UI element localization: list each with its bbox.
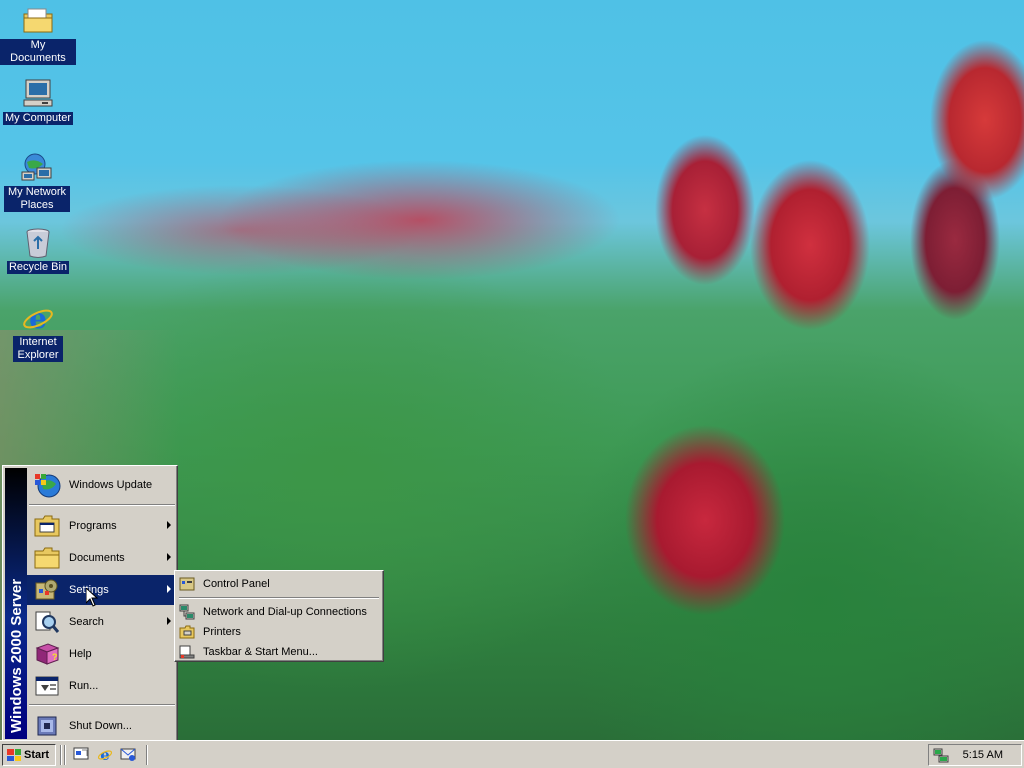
submenu-item-network-dialup[interactable]: Network and Dial-up Connections [177, 602, 381, 622]
taskbar-separator [64, 745, 66, 765]
network-status-icon[interactable] [933, 748, 949, 767]
start-button[interactable]: Start [2, 744, 56, 766]
submenu-arrow-icon [167, 617, 171, 625]
menu-item-label: Windows Update [69, 479, 153, 491]
desktop-icon-label: Internet Explorer [13, 336, 63, 362]
menu-separator [29, 704, 175, 706]
network-connections-icon [179, 604, 195, 620]
printers-folder-icon [179, 624, 195, 640]
start-menu-item-windows-update[interactable]: Windows Update [27, 470, 177, 500]
start-menu-banner-text: Windows 2000 Server [8, 579, 25, 733]
desktop-icon-label: My Documents [0, 39, 76, 65]
start-menu-item-settings[interactable]: Settings [27, 575, 177, 605]
settings-icon [31, 576, 63, 604]
submenu-item-label: Control Panel [203, 578, 270, 590]
taskbar-separator [146, 745, 148, 765]
start-menu-item-documents[interactable]: Documents [27, 543, 177, 573]
show-desktop-icon [73, 746, 89, 765]
help-book-icon: ? [31, 640, 63, 668]
desktop-icon-recycle-bin[interactable]: Recycle Bin [0, 227, 76, 274]
submenu-item-taskbar-start-menu[interactable]: Taskbar & Start Menu... [177, 642, 381, 662]
windows-flag-icon [7, 749, 21, 761]
start-menu-item-run[interactable]: Run... [27, 671, 177, 701]
submenu-arrow-icon [167, 585, 171, 593]
menu-separator [29, 504, 175, 506]
desktop-icon-label: My Network Places [4, 186, 70, 212]
windows-update-icon [31, 471, 63, 499]
svg-text:e: e [29, 302, 47, 334]
network-places-icon [21, 152, 53, 184]
documents-folder-icon [31, 544, 63, 572]
taskbar-separator [60, 745, 62, 765]
control-panel-icon [179, 576, 195, 592]
menu-item-label: Run... [69, 680, 99, 692]
quick-launch-internet-explorer[interactable]: e [96, 746, 114, 764]
start-menu-item-shut-down[interactable]: Shut Down... [27, 711, 177, 741]
start-menu-item-help[interactable]: ? Help [27, 639, 177, 669]
start-menu-item-search[interactable]: Search [27, 607, 177, 637]
quick-launch-show-desktop[interactable] [72, 746, 90, 764]
svg-text:?: ? [52, 652, 58, 662]
submenu-item-label: Taskbar & Start Menu... [203, 646, 318, 658]
internet-explorer-icon: e [22, 302, 54, 334]
desktop-icon-my-computer[interactable]: My Computer [0, 78, 76, 125]
system-tray: 5:15 AM [928, 744, 1022, 766]
submenu-item-label: Network and Dial-up Connections [203, 606, 367, 618]
menu-item-label: Search [69, 616, 104, 628]
shut-down-icon [31, 712, 63, 740]
programs-folder-icon [31, 512, 63, 540]
clock[interactable]: 5:15 AM [963, 749, 1003, 761]
start-menu-banner: Windows 2000 Server [5, 468, 27, 739]
menu-item-label: Help [69, 648, 92, 660]
submenu-item-printers[interactable]: Printers [177, 622, 381, 642]
quick-launch-outlook-express[interactable] [119, 746, 137, 764]
taskbar: Start e 5:15 AM [0, 740, 1024, 768]
desktop-icon-internet-explorer[interactable]: e Internet Explorer [0, 302, 76, 362]
folder-documents-icon [22, 5, 54, 37]
computer-icon [22, 78, 54, 110]
submenu-arrow-icon [167, 521, 171, 529]
desktop-icon-label: Recycle Bin [6, 261, 70, 274]
menu-separator [179, 597, 379, 599]
search-icon [31, 608, 63, 636]
internet-explorer-icon: e [97, 746, 113, 765]
desktop-icon-label: My Computer [2, 112, 74, 125]
mouse-cursor-icon [85, 586, 99, 610]
run-icon [31, 672, 63, 700]
submenu-arrow-icon [167, 553, 171, 561]
submenu-item-control-panel[interactable]: Control Panel [177, 574, 381, 594]
recycle-bin-icon [22, 227, 54, 259]
outlook-express-icon [120, 746, 136, 765]
desktop-icon-my-documents[interactable]: My Documents [0, 5, 76, 65]
settings-submenu: Control Panel Network and Dial-up Connec… [174, 570, 384, 662]
taskbar-settings-icon [179, 644, 195, 660]
start-button-label: Start [24, 749, 50, 761]
desktop-icon-my-network-places[interactable]: My Network Places [0, 152, 74, 212]
start-menu-item-programs[interactable]: Programs [27, 511, 177, 541]
submenu-item-label: Printers [203, 626, 241, 638]
menu-item-label: Programs [69, 520, 117, 532]
menu-item-label: Documents [69, 552, 125, 564]
menu-item-label: Shut Down... [69, 720, 132, 732]
